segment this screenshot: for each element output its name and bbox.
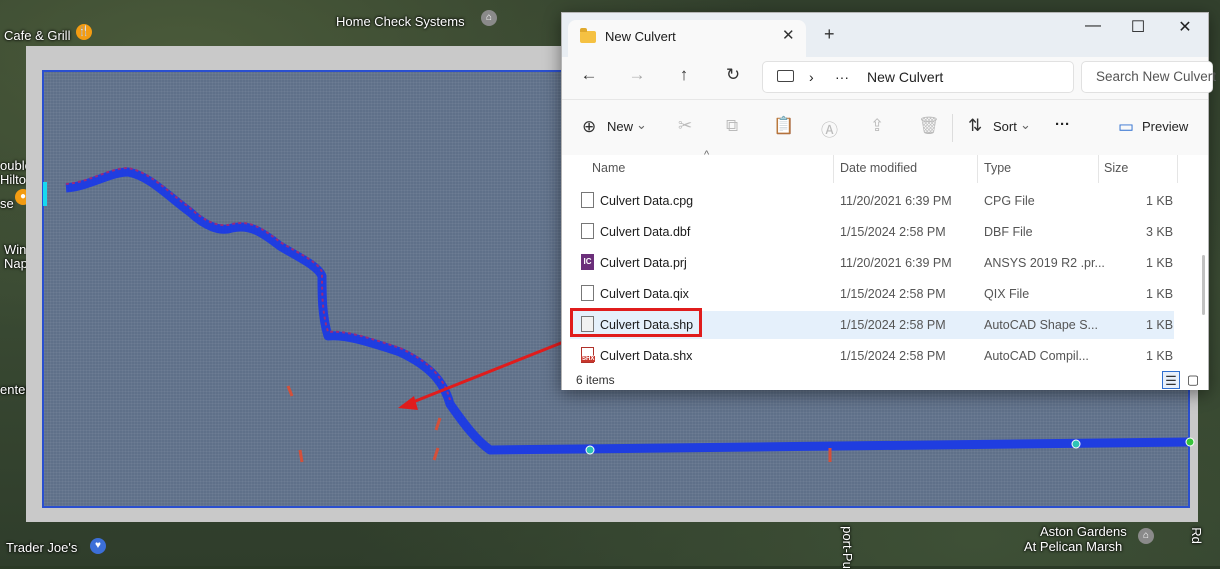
file-row-qix[interactable]: Culvert Data.qix 1/15/2024 2:58 PM QIX F… <box>570 280 1174 308</box>
culvert-marker <box>434 417 442 431</box>
start-marker <box>43 182 47 206</box>
ansys-icon: IC <box>581 254 594 270</box>
culvert-marker <box>298 449 304 463</box>
new-tab-button[interactable]: + <box>824 24 835 45</box>
file-row-shx[interactable]: Culvert Data.shx 1/15/2024 2:58 PM AutoC… <box>570 342 1174 370</box>
folder-icon <box>580 28 596 43</box>
share-icon[interactable]: ⇪ <box>870 116 884 136</box>
file-row-prj[interactable]: IC Culvert Data.prj 11/20/2021 6:39 PM A… <box>570 249 1174 277</box>
file-name: Culvert Data.cpg <box>600 194 694 208</box>
minimize-button[interactable]: — <box>1078 17 1108 35</box>
node-icon[interactable] <box>1071 439 1081 449</box>
file-date: 1/15/2024 2:58 PM <box>840 349 946 363</box>
copy-icon[interactable]: ⧉ <box>726 116 738 136</box>
column-header-name[interactable]: Name <box>592 161 625 175</box>
culvert-path-edge <box>65 166 451 401</box>
tab-close-icon[interactable]: ✕ <box>782 26 795 44</box>
highlight-box <box>570 308 702 337</box>
file-name: Culvert Data.dbf <box>600 225 691 239</box>
refresh-button[interactable]: ↻ <box>720 65 746 85</box>
close-button[interactable]: ✕ <box>1170 17 1200 37</box>
culvert-marker <box>286 385 294 397</box>
column-header-size[interactable]: Size <box>1104 161 1128 175</box>
breadcrumb-current[interactable]: New Culvert <box>867 69 943 85</box>
file-list[interactable]: Name ^ Date modified Type Size Culvert D… <box>562 149 1208 390</box>
sort-button[interactable]: Sort <box>993 119 1017 134</box>
breadcrumb-more[interactable]: ··· <box>835 69 849 85</box>
sort-ascending-icon: ^ <box>704 149 710 161</box>
up-button[interactable]: ↑ <box>671 65 697 85</box>
column-separator[interactable] <box>977 155 978 183</box>
scrollbar[interactable] <box>1202 255 1205 315</box>
column-separator[interactable] <box>1098 155 1099 183</box>
new-chevron-icon[interactable]: ⌄ <box>636 117 647 133</box>
file-icon <box>581 285 594 301</box>
file-date: 1/15/2024 2:58 PM <box>840 287 946 301</box>
search-placeholder: Search New Culvert <box>1096 69 1217 84</box>
preview-pane-icon[interactable]: ▭ <box>1118 117 1134 137</box>
divider <box>952 114 953 142</box>
file-date: 1/15/2024 2:58 PM <box>840 225 946 239</box>
maximize-button[interactable]: ☐ <box>1123 17 1153 37</box>
node-icon[interactable] <box>585 445 595 455</box>
file-type: CPG File <box>984 194 1035 208</box>
file-date: 11/20/2021 6:39 PM <box>840 194 952 208</box>
sort-chevron-icon[interactable]: ⌄ <box>1020 117 1031 133</box>
sort-icon[interactable]: ⇅ <box>968 116 982 136</box>
file-type: DBF File <box>984 225 1033 239</box>
cut-icon[interactable]: ✂ <box>678 116 692 136</box>
breadcrumb-separator: › <box>809 69 814 85</box>
file-size: 1 KB <box>1146 349 1174 363</box>
file-row-shp[interactable]: Culvert Data.shp 1/15/2024 2:58 PM AutoC… <box>570 308 1174 339</box>
search-input[interactable]: Search New Culvert <box>1081 61 1217 93</box>
file-type: AutoCAD Compil... <box>984 349 1089 363</box>
file-name: Culvert Data.shx <box>600 349 693 363</box>
title-bar[interactable]: New Culvert ✕ + — ☐ ✕ <box>562 13 1208 57</box>
file-name: Culvert Data.prj <box>600 256 687 270</box>
this-pc-icon[interactable] <box>777 70 794 82</box>
file-explorer-window[interactable]: New Culvert ✕ + — ☐ ✕ ← → ↑ ↻ › ··· New … <box>561 12 1216 390</box>
file-type: QIX File <box>984 287 1030 301</box>
file-type: ANSYS 2019 R2 .pr... <box>984 256 1105 270</box>
file-icon <box>581 223 594 239</box>
column-separator[interactable] <box>1177 155 1178 183</box>
file-size: 3 KB <box>1146 225 1174 239</box>
file-name: Culvert Data.qix <box>600 287 689 301</box>
command-bar: ⊕ New ⌄ ✂ ⧉ 📋 Ⓐ ⇪ 🗑 ⇅ Sort ⌄ ··· ▭ Previ… <box>562 99 1208 157</box>
new-plus-icon[interactable]: ⊕ <box>582 117 596 137</box>
file-row-dbf[interactable]: Culvert Data.dbf 1/15/2024 2:58 PM DBF F… <box>570 218 1174 246</box>
back-button[interactable]: ← <box>576 65 602 85</box>
forward-button[interactable]: → <box>624 65 650 85</box>
file-size: 1 KB <box>1146 318 1174 332</box>
file-icon <box>581 192 594 208</box>
shx-file-icon <box>581 347 596 363</box>
file-size: 1 KB <box>1146 287 1174 301</box>
annotation-arrow-head <box>398 396 418 410</box>
new-button[interactable]: New <box>607 119 633 134</box>
paste-icon[interactable]: 📋 <box>773 116 794 136</box>
more-options-button[interactable]: ··· <box>1055 116 1070 133</box>
culvert-marker <box>432 447 440 461</box>
details-view-button[interactable]: ☰ <box>1162 371 1180 389</box>
column-header-type[interactable]: Type <box>984 161 1011 175</box>
rename-icon[interactable]: Ⓐ <box>821 116 838 141</box>
file-row-cpg[interactable]: Culvert Data.cpg 11/20/2021 6:39 PM CPG … <box>570 187 1174 215</box>
delete-icon[interactable]: 🗑 <box>918 116 940 136</box>
file-date: 1/15/2024 2:58 PM <box>840 318 946 332</box>
file-size: 1 KB <box>1146 256 1174 270</box>
address-bar[interactable]: › ··· New Culvert <box>762 61 1074 93</box>
preview-button[interactable]: Preview <box>1142 119 1188 134</box>
address-toolbar: ← → ↑ ↻ › ··· New Culvert Search New Cul… <box>562 57 1216 99</box>
tab-new-culvert[interactable]: New Culvert ✕ <box>568 20 806 57</box>
column-separator[interactable] <box>833 155 834 183</box>
tab-title: New Culvert <box>605 29 676 44</box>
column-header-date[interactable]: Date modified <box>840 161 917 175</box>
file-size: 1 KB <box>1146 194 1174 208</box>
file-type: AutoCAD Shape S... <box>984 318 1098 332</box>
tiles-view-button[interactable]: ▢ <box>1184 371 1202 389</box>
file-date: 11/20/2021 6:39 PM <box>840 256 952 270</box>
node-icon[interactable] <box>1185 437 1195 447</box>
status-item-count: 6 items <box>576 373 615 387</box>
